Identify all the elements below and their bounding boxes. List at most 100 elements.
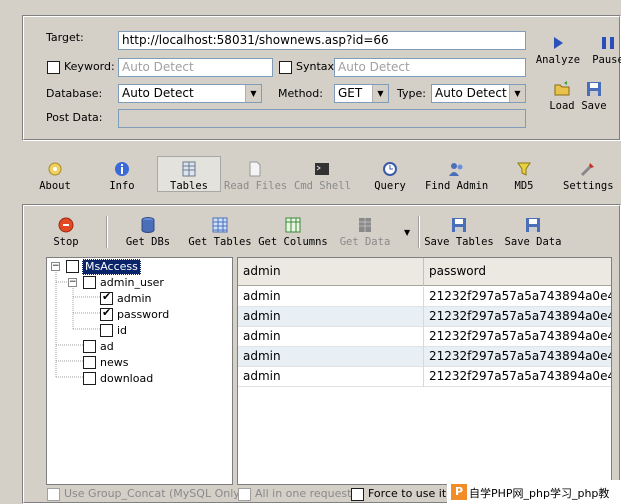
- method-select-value: GET: [338, 86, 363, 100]
- method-label: Method:: [278, 87, 323, 100]
- force-checkbox[interactable]: [351, 488, 364, 501]
- get-data-label: Get Data: [339, 236, 391, 248]
- toolbar-label: MD5: [514, 180, 534, 192]
- all-in-one-checkbox[interactable]: [238, 488, 251, 501]
- analyze-button[interactable]: Analyze: [535, 34, 581, 66]
- tree-column-label: id: [117, 324, 128, 337]
- watermark-logo-icon: P: [451, 484, 467, 500]
- cell-admin[interactable]: admin: [238, 307, 424, 327]
- toolbar-info-button[interactable]: Info: [103, 160, 141, 192]
- syntax-checkbox[interactable]: [279, 61, 292, 74]
- type-select[interactable]: Auto Detect ▼: [431, 84, 526, 103]
- toolbar-label: About: [39, 180, 71, 192]
- table-grid-icon: [212, 217, 228, 233]
- save-data-button[interactable]: Save Data: [502, 216, 564, 248]
- keyword-checkbox[interactable]: [47, 61, 60, 74]
- column-checkbox[interactable]: [100, 306, 113, 321]
- get-columns-label: Get Columns: [258, 236, 328, 248]
- floppy-disk-icon: [452, 218, 466, 232]
- toolbar-label: Settings: [563, 180, 614, 192]
- force-label: Force to use it: [368, 487, 447, 500]
- table-row[interactable]: admin 21232f297a57a5a743894a0e4...: [238, 327, 611, 347]
- info-icon: [113, 160, 131, 178]
- chevron-down-icon[interactable]: ▼: [372, 85, 388, 102]
- get-data-button[interactable]: Get Data: [338, 216, 392, 248]
- syntax-input[interactable]: Auto Detect: [334, 58, 526, 77]
- columns-icon: [285, 217, 301, 233]
- collapse-icon[interactable]: −: [51, 262, 60, 271]
- group-concat-checkbox[interactable]: [47, 488, 60, 501]
- watermark-text: 自学PHP网_php学习_php教: [469, 487, 610, 500]
- cell-password[interactable]: 21232f297a57a5a743894a0e4...: [424, 287, 611, 307]
- get-tables-button[interactable]: Get Tables: [188, 216, 252, 248]
- method-select[interactable]: GET ▼: [334, 84, 389, 103]
- table-checkbox[interactable]: [83, 356, 96, 369]
- all-in-one-label: All in one request.: [255, 487, 355, 500]
- cell-admin[interactable]: admin: [238, 347, 424, 367]
- syntax-label: Syntax:: [296, 60, 338, 73]
- cell-password[interactable]: 21232f297a57a5a743894a0e4...: [424, 347, 611, 367]
- cmd-shell-icon: [313, 160, 331, 178]
- save-data-label: Save Data: [504, 236, 562, 248]
- toolbar-about-button[interactable]: About: [36, 160, 74, 192]
- toolbar-label: Info: [109, 180, 135, 192]
- toolbar-separator: [418, 216, 420, 248]
- chevron-down-icon[interactable]: ▼: [404, 228, 410, 237]
- toolbar-md5-button[interactable]: MD5: [509, 160, 539, 192]
- tree-table-label: news: [100, 356, 129, 369]
- column-header-admin[interactable]: admin: [238, 258, 424, 286]
- tree-column-label: password: [117, 308, 170, 321]
- cell-password[interactable]: 21232f297a57a5a743894a0e4...: [424, 327, 611, 347]
- toolbar-cmd-shell-button[interactable]: Cmd Shell: [294, 160, 351, 192]
- table-row[interactable]: admin 21232f297a57a5a743894a0e4...: [238, 367, 611, 387]
- get-dbs-label: Get DBs: [125, 236, 171, 248]
- root-checkbox[interactable]: [66, 260, 79, 273]
- md5-icon: [515, 160, 533, 178]
- target-url-input[interactable]: http://localhost:58031/shownews.asp?id=6…: [118, 31, 526, 50]
- schema-tree[interactable]: − MsAccess − admin_user adminpasswordid …: [46, 257, 233, 485]
- stop-button[interactable]: Stop: [46, 216, 86, 248]
- toolbar-find-admin-button[interactable]: Find Admin: [425, 160, 489, 192]
- table-row[interactable]: admin 21232f297a57a5a743894a0e4...: [238, 347, 611, 367]
- tables-icon: [180, 160, 198, 178]
- column-checkbox[interactable]: [100, 290, 113, 305]
- stop-label: Stop: [53, 236, 79, 248]
- column-header-password[interactable]: password: [424, 258, 611, 286]
- table-checkbox[interactable]: [83, 340, 96, 353]
- table-row[interactable]: admin 21232f297a57a5a743894a0e4...: [238, 307, 611, 327]
- toolbar-read-files-button[interactable]: Read Files: [224, 160, 288, 192]
- get-dbs-button[interactable]: Get DBs: [122, 216, 174, 248]
- cell-password[interactable]: 21232f297a57a5a743894a0e4...: [424, 367, 611, 387]
- tree-table-label: download: [100, 372, 154, 385]
- toolbar-label: Find Admin: [425, 180, 489, 192]
- column-checkbox[interactable]: [100, 324, 113, 337]
- table-row[interactable]: admin 21232f297a57a5a743894a0e4...: [238, 287, 611, 307]
- keyword-label: Keyword:: [64, 60, 115, 73]
- cell-admin[interactable]: admin: [238, 327, 424, 347]
- save-button[interactable]: Save: [579, 80, 609, 112]
- post-data-input[interactable]: [118, 109, 526, 128]
- get-columns-button[interactable]: Get Columns: [258, 216, 328, 248]
- toolbar-label: Read Files: [224, 180, 288, 192]
- toolbar-settings-button[interactable]: Settings: [563, 160, 614, 192]
- database-label: Database:: [46, 87, 103, 100]
- toolbar-query-button[interactable]: Query: [371, 160, 409, 192]
- chevron-down-icon[interactable]: ▼: [245, 85, 261, 102]
- pause-icon: [602, 37, 614, 49]
- save-tables-button[interactable]: Save Tables: [424, 216, 494, 248]
- data-grid[interactable]: admin password admin 21232f297a57a5a74389…: [237, 257, 612, 485]
- save-tables-label: Save Tables: [424, 236, 494, 248]
- cell-admin[interactable]: admin: [238, 287, 424, 307]
- group-concat-label: Use Group_Concat (MySQL Only): [64, 487, 245, 500]
- cell-admin[interactable]: admin: [238, 367, 424, 387]
- keyword-input[interactable]: Auto Detect: [118, 58, 273, 77]
- cell-password[interactable]: 21232f297a57a5a743894a0e4...: [424, 307, 611, 327]
- database-select[interactable]: Auto Detect ▼: [118, 84, 262, 103]
- chevron-down-icon[interactable]: ▼: [509, 85, 525, 102]
- table-checkbox[interactable]: [83, 372, 96, 385]
- load-button[interactable]: Load: [546, 80, 578, 112]
- pause-button[interactable]: Pause: [588, 34, 621, 66]
- toolbar-tables-button[interactable]: Tables: [157, 156, 221, 192]
- table-checkbox[interactable]: [83, 276, 96, 289]
- collapse-icon[interactable]: −: [68, 278, 77, 287]
